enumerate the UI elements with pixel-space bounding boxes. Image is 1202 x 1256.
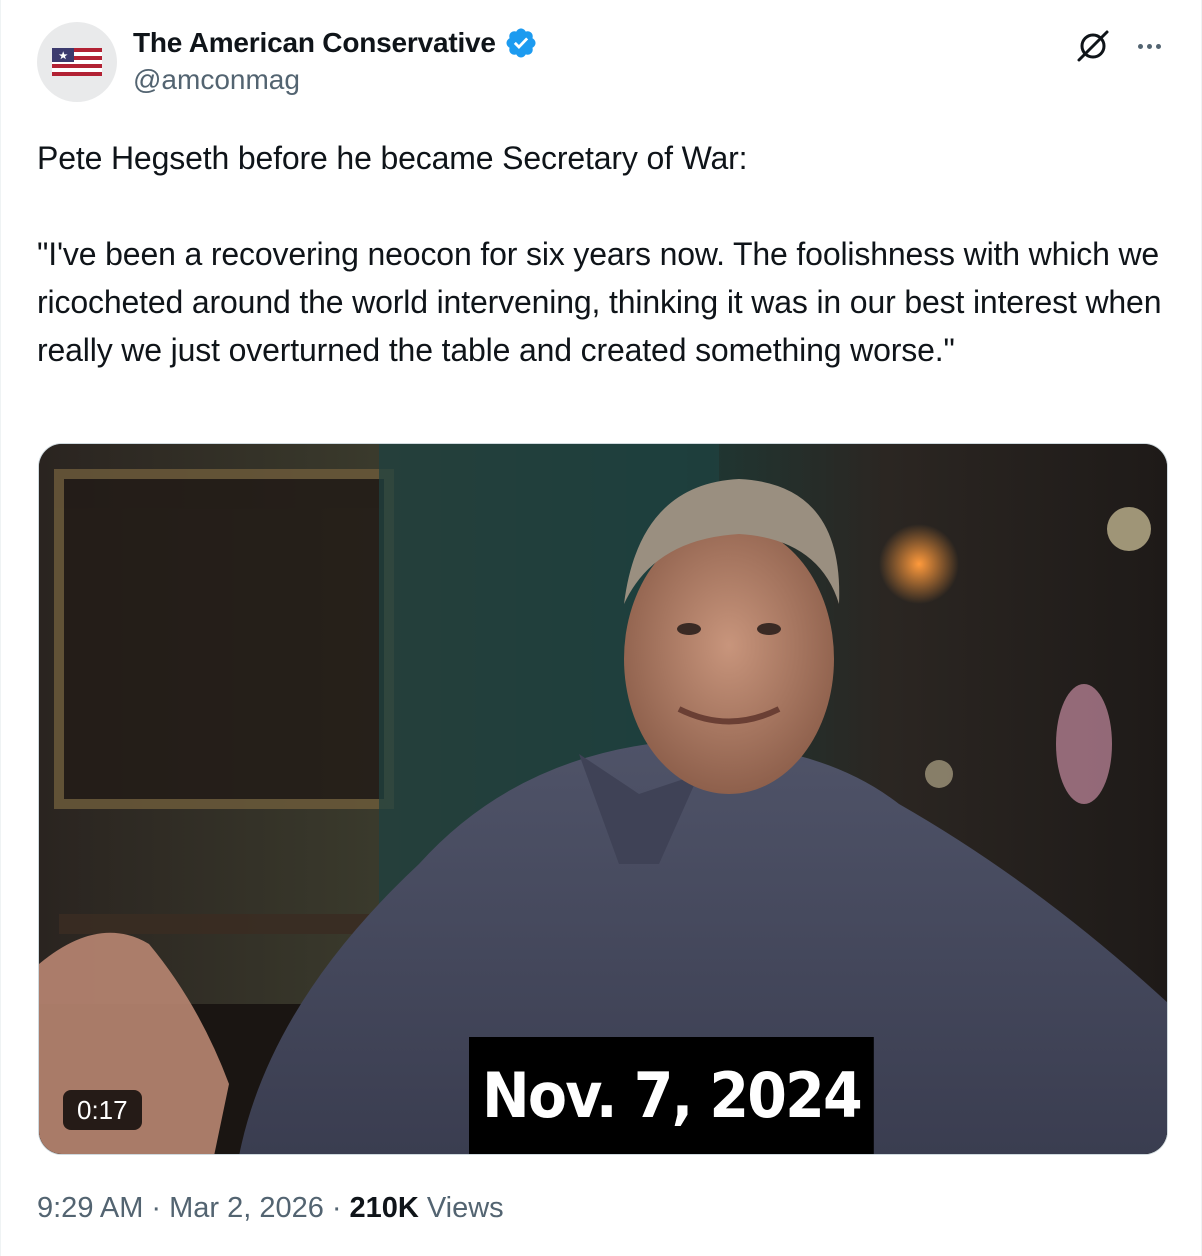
views-label: Views [426,1192,504,1224]
author-display-name[interactable]: The American Conservative [133,27,496,59]
avatar[interactable] [37,22,117,102]
video-duration-badge: 0:17 [63,1090,142,1130]
views-count[interactable]: 210K [350,1192,419,1225]
tweet-metadata: 9:29 AM · Mar 2, 2026 · 210K Views [37,1192,504,1225]
more-dot [1155,43,1161,49]
video-date-caption: Nov. 7, 2024 [469,1037,874,1154]
more-dot [1146,43,1152,49]
tweet-card: The American Conservative @amconmag Pete… [0,0,1202,1256]
tweet-date[interactable]: Mar 2, 2026 [169,1192,324,1225]
video-player[interactable]: 0:17 Nov. 7, 2024 [38,443,1168,1155]
meta-separator: · [331,1192,342,1224]
more-horizontal-icon[interactable] [1129,26,1169,66]
grok-icon[interactable] [1073,26,1113,66]
tweet-time[interactable]: 9:29 AM [37,1192,143,1225]
american-flag-icon [52,48,102,76]
meta-separator: · [151,1192,162,1224]
author-handle[interactable]: @amconmag [133,64,300,96]
author-name-row: The American Conservative [133,26,538,60]
tweet-text: Pete Hegseth before he became Secretary … [37,134,1177,374]
verified-badge-icon[interactable] [504,26,538,60]
more-dot [1137,43,1143,49]
tweet-text-line: Pete Hegseth before he became Secretary … [37,140,748,176]
tweet-quote: "I've been a recovering neocon for six y… [37,236,1162,368]
